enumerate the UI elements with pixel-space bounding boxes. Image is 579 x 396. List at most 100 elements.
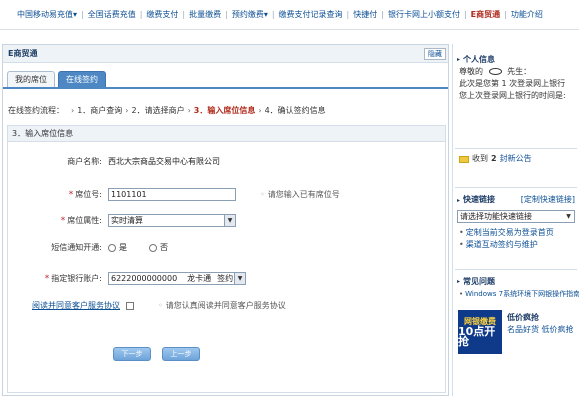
triangle-bullet-icon: ▸ xyxy=(457,196,461,204)
seat-attribute-select[interactable]: 实时清算 ▼ xyxy=(108,214,236,227)
nav-item-8[interactable]: E商贸通 xyxy=(468,9,503,20)
section-title: E商贸通 xyxy=(3,45,448,63)
tab-online-signing-label: 在线签约 xyxy=(66,75,98,84)
seat-number-hint-text: 请您输入已有席位号 xyxy=(267,190,340,199)
chevron-down-icon: ▼ xyxy=(234,273,245,284)
bullet-icon: • xyxy=(459,240,464,249)
seat-attribute-label: 席位属性: xyxy=(67,216,102,225)
last-login-line: 您上次登录网上银行的时间是: xyxy=(459,91,566,100)
bank-account-label-wrap: * 指定银行账户: xyxy=(8,273,108,284)
bank-account-number: 6222000000000 xyxy=(111,274,178,283)
chevron-down-icon: ▼ xyxy=(224,215,235,226)
chevron-right-icon: › xyxy=(258,106,262,115)
prev-step-label: 上一步 xyxy=(170,350,192,358)
avatar-oval-icon xyxy=(488,68,502,75)
promo-banner-image[interactable]: 网银缴费 10点开抢 xyxy=(458,310,502,354)
next-step-button[interactable]: 下一步 xyxy=(113,347,151,361)
chevron-right-icon: › xyxy=(125,106,129,115)
right-sidebar: ▸ 个人信息 尊敬的 先生： 此次是您第 1 次登录网上银行 您上次登录网上银行… xyxy=(452,44,579,396)
seat-number-hint: ◦ 请您输入已有席位号 xyxy=(260,189,340,200)
merchant-name-label: 商户名称: xyxy=(67,157,102,166)
seat-attribute-value: 实时清算 xyxy=(111,216,143,225)
bank-card-type: 龙卡通 xyxy=(187,274,212,283)
sms-no-label: 否 xyxy=(160,243,168,252)
sms-option-yes[interactable]: 是 xyxy=(108,242,127,253)
envelope-icon xyxy=(459,155,469,163)
hide-sidebar-button[interactable]: 隐藏 xyxy=(424,48,446,60)
radio-no[interactable] xyxy=(149,243,157,252)
flow-step-3: 3．输入席位信息 xyxy=(193,106,256,115)
divider xyxy=(455,148,577,149)
faq-link[interactable]: • Windows 7系统环境下网银操作指南 xyxy=(453,288,579,300)
seat-attribute-row: * 席位属性: 实时清算 ▼ xyxy=(8,214,445,227)
seat-number-row: *席位号: ◦请您输入已有席位号 xyxy=(8,188,445,201)
quick-link-2-text: 渠道互动签约与维护 xyxy=(465,240,538,249)
quick-links-header: ▸ 快速链接 [定制快速链接] xyxy=(453,192,579,206)
promo-subtitle: 名品好货 低价疯抢 xyxy=(507,325,574,334)
action-buttons: 下一步 上一步 xyxy=(113,347,211,361)
quick-link-2[interactable]: • 渠道互动签约与维护 xyxy=(453,239,579,251)
quick-links-title-wrap: ▸ 快速链接 xyxy=(457,194,495,205)
seat-info-panel: 3．输入席位信息 商户名称: 西北大宗商品交易中心有限公司 *席位号: ◦请您输… xyxy=(7,125,446,393)
mail-suffix-link[interactable]: 封新公告 xyxy=(500,153,532,165)
promo-image-line2: 10点开抢 xyxy=(458,325,496,348)
quick-links-select-value: 请选择功能快速链接 xyxy=(460,212,532,221)
flow-step-1: 1．商户查询 xyxy=(77,106,123,115)
section-title-text: E商贸通 xyxy=(8,49,38,58)
greeting-line: 尊敬的 先生： xyxy=(453,66,579,78)
agreement-hint: ◦ 请您认真阅读并同意客户服务协议 xyxy=(158,300,286,311)
required-icon: * xyxy=(68,190,74,200)
customize-quick-links-link[interactable]: [定制快速链接] xyxy=(521,194,575,205)
top-navigation: 中国移动易充值▾ | 全国话费充值 | 缴费支付 | 批量缴费 | 预约缴费▾ | 缴费支付记录查询… xyxy=(0,0,579,30)
nav-item-6[interactable]: 快捷付 xyxy=(350,9,380,20)
flow-step-2: 2．请选择商户 xyxy=(131,106,185,115)
faq-link-text: Windows 7系统环境下网银操作指南 xyxy=(465,290,579,298)
nav-item-3[interactable]: 批量缴费 xyxy=(186,9,224,20)
tab-my-seats[interactable]: 我的席位 xyxy=(7,71,55,87)
nav-item-5[interactable]: 缴费支付记录查询 xyxy=(276,9,346,20)
sms-option-no[interactable]: 否 xyxy=(149,242,168,253)
agreement-row: 阅读并同意客户服务协议 ◦ 请您认真阅读并同意客户服务协议 xyxy=(8,300,445,311)
hint-bullet-icon: ◦ xyxy=(260,190,265,199)
nav-item-4[interactable]: 预约缴费▾ xyxy=(229,9,271,20)
mail-prefix: 收到 xyxy=(472,154,488,163)
personal-info-title-text: 个人信息 xyxy=(463,54,496,64)
faq-title-text: 常见问题 xyxy=(463,276,496,286)
mail-notice-line[interactable]: 收到 2 封新公告 xyxy=(453,153,579,165)
bullet-icon: • xyxy=(459,228,464,237)
tab-online-signing[interactable]: 在线签约 xyxy=(58,71,106,87)
required-icon: * xyxy=(44,274,50,284)
agreement-hint-text: 请您认真阅读并同意客户服务协议 xyxy=(165,301,286,310)
mail-count: 2 xyxy=(491,154,497,163)
nav-item-0[interactable]: 中国移动易充值▾ xyxy=(14,9,80,20)
quick-link-1[interactable]: • 定制当前交易为登录首页 xyxy=(453,227,579,239)
nav-item-7[interactable]: 银行卡网上小额支付 xyxy=(385,9,463,20)
merchant-name-value: 西北大宗商品交易中心有限公司 xyxy=(108,157,220,166)
bank-account-select[interactable]: 6222000000000 龙卡通 签约 ▼ xyxy=(108,272,246,285)
triangle-bullet-icon: ▸ xyxy=(457,277,461,285)
service-agreement-link[interactable]: 阅读并同意客户服务协议 xyxy=(32,301,120,310)
quick-links-select[interactable]: 请选择功能快速链接 ▼ xyxy=(457,210,575,223)
tab-underline xyxy=(3,87,448,89)
nav-item-9[interactable]: 功能介绍 xyxy=(508,9,546,20)
triangle-bullet-icon: ▸ xyxy=(457,55,461,63)
nav-item-2[interactable]: 缴费支付 xyxy=(143,9,181,20)
tab-bar: 我的席位 在线签约 xyxy=(7,71,109,87)
chevron-right-icon: › xyxy=(71,106,75,115)
required-icon: * xyxy=(60,216,66,226)
promo-text: 低价疯抢 名品好货 低价疯抢 xyxy=(502,310,574,354)
quick-links-title: 快速链接 xyxy=(463,194,496,204)
visit-count-line: 此次是您第 1 次登录网上银行 xyxy=(459,79,566,88)
hint-bullet-icon: ◦ xyxy=(158,301,163,310)
radio-yes[interactable] xyxy=(108,243,116,252)
sms-notification-row: 短信通知开通: 是 否 xyxy=(8,242,445,253)
nav-item-1[interactable]: 全国话费充值 xyxy=(85,9,139,20)
promo-block[interactable]: 网银缴费 10点开抢 低价疯抢 名品好货 低价疯抢 xyxy=(453,310,579,354)
merchant-name-row: 商户名称: 西北大宗商品交易中心有限公司 xyxy=(8,156,445,167)
prev-step-button[interactable]: 上一步 xyxy=(162,347,200,361)
agreement-checkbox[interactable] xyxy=(126,301,134,310)
promo-title: 低价疯抢 xyxy=(507,313,539,322)
main-content: E商贸通 隐藏 我的席位 在线签约 在线签约流程： › 1．商户查询 › 2．请… xyxy=(2,44,449,396)
seat-number-input[interactable] xyxy=(108,188,236,201)
bank-account-label: 指定银行账户: xyxy=(51,274,102,283)
